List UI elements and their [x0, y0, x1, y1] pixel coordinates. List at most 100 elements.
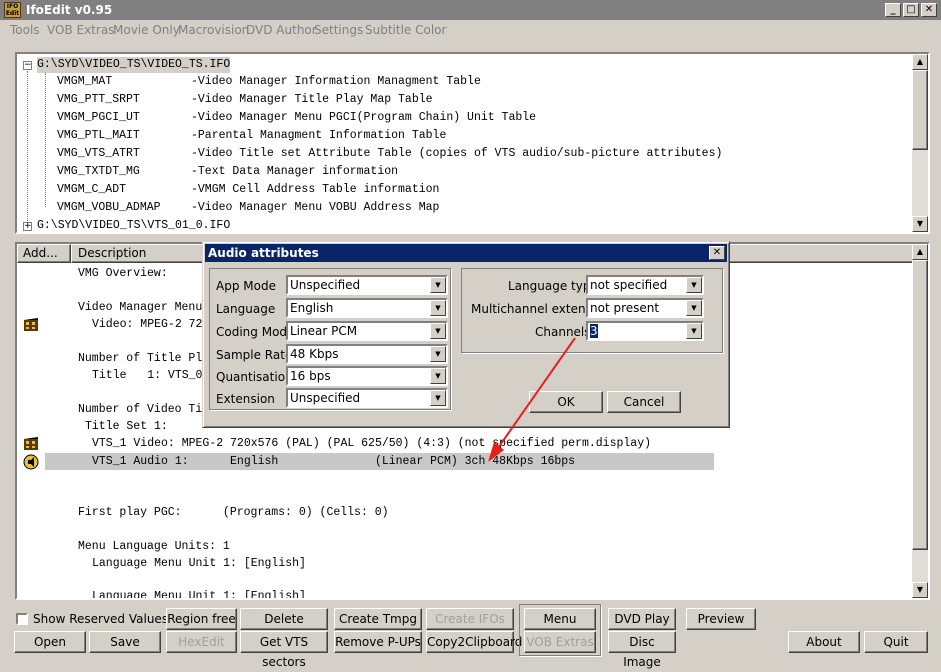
tree-line: [45, 73, 46, 207]
region-free-button[interactable]: Region free: [166, 608, 237, 630]
tree-item-key[interactable]: VMG_VTS_ATRT: [57, 146, 140, 162]
minimize-button[interactable]: _: [885, 3, 901, 17]
sample-rate-select[interactable]: 48 Kbps ▼: [286, 344, 448, 364]
tree-item-key[interactable]: VMGM_MAT: [57, 74, 112, 90]
tree-item-desc: -Video Manager Menu VOBU Address Map: [191, 201, 440, 214]
channels-value: 3: [590, 324, 598, 338]
chevron-down-icon[interactable]: ▼: [430, 346, 446, 362]
scroll-thumb[interactable]: [912, 260, 928, 550]
sample-rate-value: 48 Kbps: [290, 347, 339, 361]
title-bar: IFO Edit IfoEdit v0.95 _ □ ✕: [0, 0, 941, 20]
scroll-down-icon[interactable]: ▼: [912, 582, 928, 598]
chevron-down-icon[interactable]: ▼: [686, 277, 702, 293]
hexedit-button[interactable]: HexEdit: [166, 631, 237, 653]
tree-root-video-ts[interactable]: G:\SYD\VIDEO_TS\VIDEO_TS.IFO: [37, 57, 231, 73]
tree-item-key[interactable]: VMGM_VOBU_ADMAP: [57, 200, 161, 216]
list-line: VTS_1 Video: MPEG-2 720x576 (PAL) (PAL 6…: [92, 437, 651, 450]
audio-attributes-dialog: Audio attributes ✕ App Mode Unspecified ▼…: [202, 241, 730, 428]
scroll-thumb[interactable]: [912, 70, 928, 150]
save-button[interactable]: Save: [89, 631, 161, 653]
tree-item-key[interactable]: VMG_PTT_SRPT: [57, 92, 140, 108]
quantisation-label: Quantisation: [216, 370, 293, 384]
speaker-icon: [23, 454, 39, 470]
tree-item-key[interactable]: VMG_PTL_MAIT: [57, 128, 140, 144]
coding-mode-label: Coding Mode: [216, 325, 295, 339]
menu-subtitle-color[interactable]: Subtitle Color: [365, 23, 446, 37]
create-ifos-button[interactable]: Create IFOs: [426, 608, 514, 630]
about-button[interactable]: About: [788, 631, 860, 653]
menu-tools[interactable]: Tools: [10, 23, 40, 37]
maximize-button[interactable]: □: [903, 3, 919, 17]
app-mode-select[interactable]: Unspecified ▼: [286, 275, 448, 295]
list-line-selected[interactable]: VTS_1 Audio 1: English (Linear PCM) 3ch …: [92, 454, 575, 470]
menu-vob-extras[interactable]: VOB Extras: [47, 23, 114, 37]
film-icon: [24, 437, 38, 450]
chevron-down-icon[interactable]: ▼: [686, 300, 702, 316]
list-scrollbar[interactable]: ▲ ▼: [912, 244, 928, 598]
language-label: Language: [216, 302, 276, 316]
chevron-down-icon[interactable]: ▼: [430, 323, 446, 339]
language-value: English: [290, 301, 334, 315]
tree-item-desc: -Text Data Manager information: [191, 165, 399, 178]
column-header-address[interactable]: Add...: [17, 244, 71, 263]
tree-item-desc: -Video Title set Attribute Table (copies…: [191, 147, 723, 160]
menu-macrovision[interactable]: Macrovision: [178, 23, 249, 37]
list-line: Menu Language Units: 1: [78, 540, 230, 553]
preview-button[interactable]: Preview: [686, 608, 756, 630]
list-line: Number of Title Pl: [78, 352, 203, 365]
coding-mode-select[interactable]: Linear PCM ▼: [286, 321, 448, 341]
chevron-down-icon[interactable]: ▼: [430, 277, 446, 293]
scroll-down-icon[interactable]: ▼: [912, 216, 928, 232]
chevron-down-icon[interactable]: ▼: [430, 368, 446, 384]
tree-expand-toggle[interactable]: +: [23, 222, 32, 231]
quit-button[interactable]: Quit: [864, 631, 928, 653]
tree-item-key[interactable]: VMGM_C_ADT: [57, 182, 126, 198]
ifo-tree[interactable]: − G:\SYD\VIDEO_TS\VIDEO_TS.IFO VMGM_MAT …: [15, 52, 930, 234]
extension-select[interactable]: Unspecified ▼: [286, 388, 448, 408]
ok-button[interactable]: OK: [529, 391, 603, 413]
disc-image-button[interactable]: Disc Image: [608, 631, 676, 669]
quantisation-select[interactable]: 16 bps ▼: [286, 366, 448, 386]
sample-rate-label: Sample Rate: [216, 348, 293, 362]
window-title: IfoEdit v0.95: [26, 3, 113, 17]
tree-item-desc: -Video Manager Information Managment Tab…: [191, 75, 481, 88]
menu-settings[interactable]: Settings: [314, 23, 363, 37]
tree-root-vts[interactable]: G:\SYD\VIDEO_TS\VTS_01_0.IFO: [37, 218, 230, 232]
close-button[interactable]: ✕: [921, 3, 937, 17]
coding-mode-value: Linear PCM: [290, 324, 358, 338]
list-line: Video Manager Menu: [78, 301, 203, 314]
list-line: Number of Video Ti: [78, 403, 203, 416]
language-type-select[interactable]: not specified ▼: [586, 275, 704, 295]
chevron-down-icon[interactable]: ▼: [430, 300, 446, 316]
copy-to-clipboard-button[interactable]: Copy2Clipboard: [426, 631, 522, 653]
chevron-down-icon[interactable]: ▼: [686, 323, 702, 339]
list-line: VMG Overview:: [78, 267, 168, 280]
channels-select[interactable]: 3 ▼: [586, 321, 704, 341]
dvd-play-button[interactable]: DVD Play: [608, 608, 676, 630]
get-vts-sectors-button[interactable]: Get VTS sectors: [240, 631, 328, 669]
tree-collapse-toggle[interactable]: −: [23, 61, 32, 70]
menu-movie-only[interactable]: Movie Only: [113, 23, 180, 37]
tree-item-desc: -Video Manager Menu PGCI(Program Chain) …: [191, 111, 537, 124]
delete-playback-button[interactable]: Delete Playback: [240, 608, 328, 646]
tree-item-key[interactable]: VMGM_PGCI_UT: [57, 110, 140, 126]
create-tmpg-button[interactable]: Create Tmpg T.: [334, 608, 422, 646]
chevron-down-icon[interactable]: ▼: [430, 390, 446, 406]
dialog-title: Audio attributes: [205, 244, 727, 262]
cancel-button[interactable]: Cancel: [607, 391, 681, 413]
list-line: Title Set 1:: [85, 420, 168, 433]
scroll-up-icon[interactable]: ▲: [912, 54, 928, 70]
quantisation-value: 16 bps: [290, 369, 331, 383]
language-select[interactable]: English ▼: [286, 298, 448, 318]
remove-pups-button[interactable]: Remove P-UPs: [334, 631, 422, 653]
tree-scrollbar[interactable]: ▲ ▼: [912, 54, 928, 232]
dialog-close-button[interactable]: ✕: [709, 246, 725, 260]
language-type-label: Language type: [508, 279, 598, 293]
menu-dvd-author[interactable]: DVD Author: [246, 23, 317, 37]
open-button[interactable]: Open: [14, 631, 86, 653]
multichannel-select[interactable]: not present ▼: [586, 298, 704, 318]
tree-item-key[interactable]: VMG_TXTDT_MG: [57, 164, 140, 180]
extension-value: Unspecified: [290, 391, 361, 405]
scroll-up-icon[interactable]: ▲: [912, 244, 928, 260]
show-reserved-checkbox[interactable]: [16, 613, 28, 625]
